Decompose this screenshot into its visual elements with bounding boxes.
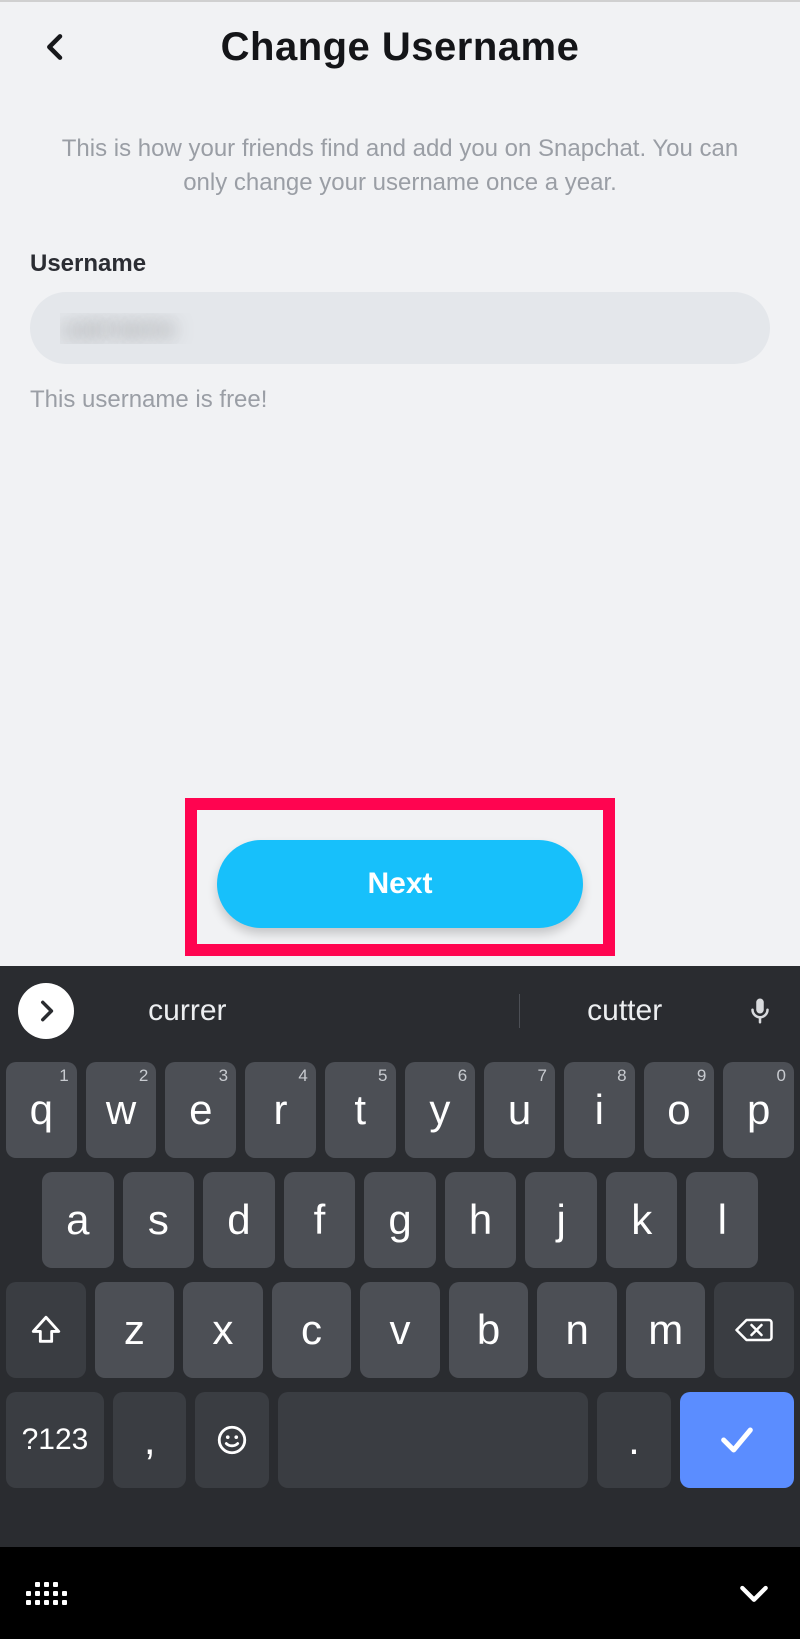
suggestion-bar: currer cutter	[0, 966, 800, 1056]
key-u[interactable]: u7	[484, 1062, 555, 1158]
next-button[interactable]: Next	[217, 840, 583, 928]
backspace-key[interactable]	[714, 1282, 794, 1378]
key-o[interactable]: o9	[644, 1062, 715, 1158]
key-row-2: asdfghjkl	[6, 1172, 794, 1268]
key-o-alt: 9	[697, 1066, 706, 1086]
key-g[interactable]: g	[364, 1172, 436, 1268]
soft-keyboard: currer cutter q1w2e3r4t5y6u7i8o9p0 asdfg…	[0, 966, 800, 1639]
key-v[interactable]: v	[360, 1282, 440, 1378]
key-n[interactable]: n	[537, 1282, 617, 1378]
key-k[interactable]: k	[606, 1172, 678, 1268]
page-title: Change Username	[72, 25, 728, 70]
key-y-alt: 6	[458, 1066, 467, 1086]
key-u-alt: 7	[537, 1066, 546, 1086]
suggestion-3[interactable]: cutter	[519, 984, 730, 1038]
key-rows: q1w2e3r4t5y6u7i8o9p0 asdfghjkl zxcvbnm ?…	[0, 1056, 800, 1494]
space-key[interactable]	[278, 1392, 588, 1488]
key-f[interactable]: f	[284, 1172, 356, 1268]
symbols-key[interactable]: ?123	[6, 1392, 104, 1488]
chevron-right-icon	[33, 998, 59, 1024]
key-e[interactable]: e3	[165, 1062, 236, 1158]
key-w[interactable]: w2	[86, 1062, 157, 1158]
header: Change Username	[0, 2, 800, 92]
key-m[interactable]: m	[626, 1282, 706, 1378]
mic-button[interactable]	[738, 996, 782, 1026]
key-l[interactable]: l	[686, 1172, 758, 1268]
key-r[interactable]: r4	[245, 1062, 316, 1158]
key-p-alt: 0	[777, 1066, 786, 1086]
back-button[interactable]	[40, 31, 72, 63]
key-e-alt: 3	[219, 1066, 228, 1086]
key-y[interactable]: y6	[405, 1062, 476, 1158]
shift-icon	[29, 1313, 63, 1347]
key-b[interactable]: b	[449, 1282, 529, 1378]
comma-key[interactable]: ,	[113, 1392, 186, 1488]
key-a[interactable]: a	[42, 1172, 114, 1268]
emoji-icon	[215, 1423, 249, 1457]
username-status: This username is free!	[30, 386, 770, 414]
key-r-alt: 4	[298, 1066, 307, 1086]
suggestion-1[interactable]: currer	[82, 984, 293, 1038]
key-j[interactable]: j	[525, 1172, 597, 1268]
key-h[interactable]: h	[445, 1172, 517, 1268]
next-area: Next	[0, 798, 800, 956]
period-key[interactable]: .	[597, 1392, 670, 1488]
chevron-left-icon	[40, 31, 72, 63]
page-subtitle: This is how your friends find and add yo…	[0, 92, 800, 200]
key-i[interactable]: i8	[564, 1062, 635, 1158]
mic-icon	[745, 996, 775, 1026]
check-icon	[717, 1420, 757, 1460]
key-q[interactable]: q1	[6, 1062, 77, 1158]
keyboard-icon	[26, 1582, 67, 1605]
key-row-1: q1w2e3r4t5y6u7i8o9p0	[6, 1062, 794, 1158]
backspace-icon	[734, 1315, 774, 1345]
chevron-down-icon	[734, 1573, 774, 1613]
system-nav-bar	[0, 1547, 800, 1639]
key-row-3: zxcvbnm	[6, 1282, 794, 1378]
username-input-wrap	[30, 292, 770, 364]
key-i-alt: 8	[617, 1066, 626, 1086]
key-t-alt: 5	[378, 1066, 387, 1086]
key-c[interactable]: c	[272, 1282, 352, 1378]
expand-suggestions-button[interactable]	[18, 983, 74, 1039]
hide-keyboard-button[interactable]	[734, 1573, 774, 1613]
app-screen: Change Username This is how your friends…	[0, 2, 800, 966]
key-w-alt: 2	[139, 1066, 148, 1086]
key-row-4: ?123 , .	[6, 1392, 794, 1488]
annotation-highlight: Next	[185, 798, 615, 956]
key-q-alt: 1	[59, 1066, 68, 1086]
key-t[interactable]: t5	[325, 1062, 396, 1158]
emoji-key[interactable]	[195, 1392, 268, 1488]
username-label: Username	[30, 250, 770, 278]
key-d[interactable]: d	[203, 1172, 275, 1268]
suggestion-2[interactable]	[301, 1001, 512, 1021]
key-x[interactable]: x	[183, 1282, 263, 1378]
key-z[interactable]: z	[95, 1282, 175, 1378]
enter-key[interactable]	[680, 1392, 794, 1488]
key-p[interactable]: p0	[723, 1062, 794, 1158]
keyboard-switch-button[interactable]	[26, 1582, 67, 1605]
key-s[interactable]: s	[123, 1172, 195, 1268]
shift-key[interactable]	[6, 1282, 86, 1378]
username-input[interactable]	[30, 292, 770, 364]
